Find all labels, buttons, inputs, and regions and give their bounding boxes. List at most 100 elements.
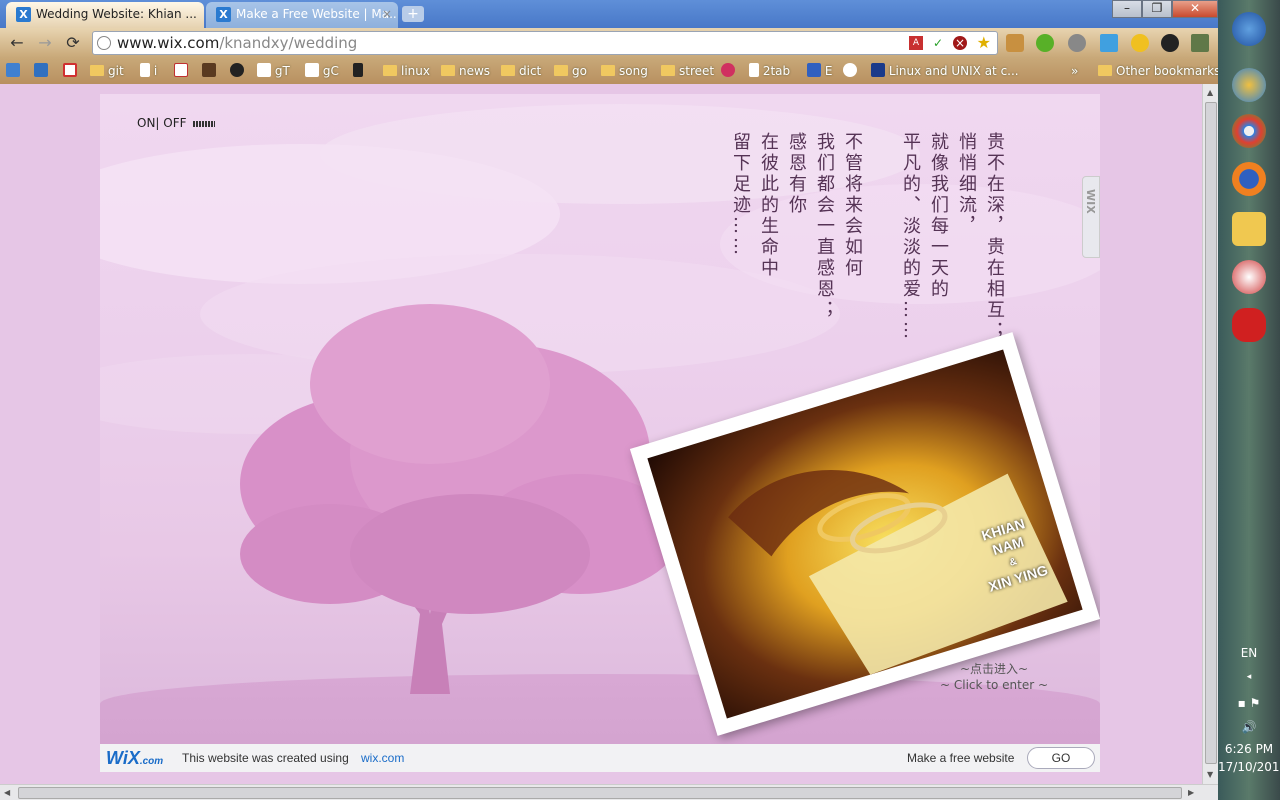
ibm-icon	[871, 63, 885, 77]
tab-title: Wedding Website: Khian ...	[36, 7, 197, 21]
poem-column: 留下足迹……	[730, 132, 751, 258]
bookmark-git[interactable]: git	[90, 63, 124, 79]
poem-column: 就像我们每一天的	[928, 132, 949, 300]
window-controls: – ❐ ✕	[1112, 0, 1218, 18]
tab-close-icon[interactable]: ×	[382, 2, 392, 26]
bookmark-icon[interactable]	[174, 63, 188, 77]
new-tab-button[interactable]: +	[402, 6, 424, 22]
block-icon[interactable]: ×	[953, 36, 967, 50]
bookmark-icon[interactable]	[721, 63, 735, 77]
folder-icon	[383, 65, 397, 76]
go-button[interactable]: GO	[1027, 747, 1095, 769]
adobe-icon[interactable]: A	[909, 36, 923, 50]
puzzle-icon	[807, 63, 821, 77]
extension-green-icon[interactable]	[1036, 34, 1054, 52]
browser-window: X Wedding Website: Khian ... X Make a Fr…	[0, 0, 1220, 800]
globe-icon	[97, 36, 111, 50]
tray-expand-icon[interactable]: ◂	[1218, 672, 1280, 682]
chrome-icon[interactable]	[1232, 114, 1266, 148]
bookmark-icon[interactable]	[202, 63, 216, 77]
minimize-button[interactable]: –	[1112, 0, 1142, 18]
address-bar[interactable]: www.wix.com/knandxy/wedding A ✓ × ★	[92, 31, 998, 55]
bookmark-dict[interactable]: dict	[501, 63, 541, 79]
bookmark-icon[interactable]	[34, 63, 48, 77]
bookmark-gT[interactable]: gT	[257, 63, 290, 79]
bookmark-i[interactable]: i	[140, 63, 157, 79]
scroll-thumb[interactable]	[1205, 102, 1217, 764]
scroll-down-icon[interactable]: ▼	[1207, 770, 1213, 779]
other-bookmarks[interactable]: Other bookmarks	[1098, 63, 1220, 79]
download-icon[interactable]	[1100, 34, 1118, 52]
gmail-icon[interactable]	[63, 63, 77, 77]
poem-column: 贵不在深，贵在相互；	[984, 132, 1005, 342]
folder-icon	[441, 65, 455, 76]
clock-time[interactable]: 6:26 PM	[1218, 742, 1280, 756]
bookmark-2tab[interactable]: 2tab	[749, 63, 790, 79]
wix-logo[interactable]: WiX.com	[106, 748, 163, 769]
circle-icon[interactable]	[1161, 34, 1179, 52]
title-bar: X Wedding Website: Khian ... X Make a Fr…	[0, 0, 1218, 28]
wix-side-tab[interactable]: WIX	[1082, 176, 1100, 258]
safari-icon[interactable]	[1232, 68, 1266, 102]
back-button[interactable]: ←	[6, 33, 28, 53]
click-to-enter[interactable]: ~点击进入~ ~ Click to enter ~	[940, 661, 1048, 693]
bookmark-E[interactable]: E	[807, 63, 832, 79]
vertical-scrollbar[interactable]: ▲ ▼	[1202, 84, 1218, 784]
bookmark-icon[interactable]	[6, 63, 20, 77]
tree-illustration	[240, 304, 680, 694]
extension-box-icon[interactable]	[1006, 34, 1024, 52]
bookmark-gC[interactable]: gC	[305, 63, 339, 79]
gear-icon[interactable]	[1068, 34, 1086, 52]
poem-column: 感恩有你	[786, 132, 807, 216]
page-icon	[140, 63, 150, 77]
tab-title: Make a Free Website | Ma...	[236, 7, 398, 21]
app-splat-icon[interactable]	[1232, 308, 1266, 342]
folder-icon	[554, 65, 568, 76]
bookmark-linux[interactable]: linux	[383, 63, 430, 79]
volume-bars-icon	[192, 121, 215, 127]
navigation-toolbar: ← → ⟳ www.wix.com/knandxy/wedding A ✓ × …	[0, 28, 1218, 58]
bookmark-star-icon[interactable]: ★	[977, 33, 991, 52]
app-icon[interactable]	[1232, 260, 1266, 294]
windows-taskbar: EN ◂ ▪ ⚑ 🔊 6:26 PM 17/10/2010	[1218, 0, 1280, 800]
tray-icons[interactable]: ▪ ⚑	[1218, 696, 1280, 710]
sun-icon[interactable]	[1131, 34, 1149, 52]
tab-wedding[interactable]: X Wedding Website: Khian ...	[6, 2, 204, 28]
bookmark-street[interactable]: street	[661, 63, 714, 79]
wedding-stage: ON| OFF 贵不在深，贵在相互； 悄悄细流， 就像我们每一天的 平凡的、淡淡…	[100, 94, 1100, 744]
volume-icon[interactable]: 🔊	[1218, 720, 1280, 734]
bookmark-news[interactable]: news	[441, 63, 490, 79]
explorer-folder-icon[interactable]	[1232, 212, 1266, 246]
wix-favicon-icon: X	[16, 7, 31, 22]
folder-icon	[501, 65, 515, 76]
bookmark-linux-unix[interactable]: Linux and UNIX at c...	[871, 63, 1019, 79]
k-icon[interactable]	[230, 63, 244, 77]
check-icon[interactable]: ✓	[931, 36, 945, 50]
language-indicator[interactable]: EN	[1218, 646, 1280, 660]
music-toggle[interactable]: ON| OFF	[137, 116, 215, 130]
close-window-button[interactable]: ✕	[1172, 0, 1218, 18]
firefox-icon[interactable]	[1232, 162, 1266, 196]
bookmark-icon[interactable]	[353, 63, 363, 77]
forward-button[interactable]: →	[34, 33, 56, 53]
bookmark-song[interactable]: song	[601, 63, 648, 79]
horizontal-scrollbar[interactable]: ◀ ▶	[0, 784, 1218, 800]
scroll-right-icon[interactable]: ▶	[1188, 788, 1194, 797]
folder-icon	[90, 65, 104, 76]
scroll-left-icon[interactable]: ◀	[4, 788, 10, 797]
clock-date[interactable]: 17/10/2010	[1218, 760, 1280, 774]
bookmark-go[interactable]: go	[554, 63, 587, 79]
wrench-icon[interactable]	[1191, 34, 1209, 52]
poem-column: 不管将来会如何	[842, 132, 863, 279]
tab-make-free-website[interactable]: X Make a Free Website | Ma... ×	[206, 2, 398, 28]
start-button-icon[interactable]	[1232, 12, 1266, 46]
scroll-thumb[interactable]	[18, 787, 1182, 799]
reload-button[interactable]: ⟳	[62, 33, 84, 53]
scroll-up-icon[interactable]: ▲	[1207, 88, 1213, 97]
url-text[interactable]: www.wix.com/knandxy/wedding	[117, 34, 357, 52]
maximize-button[interactable]: ❐	[1142, 0, 1172, 18]
wix-link[interactable]: wix.com	[361, 751, 404, 765]
google-icon	[257, 63, 271, 77]
bookmark-icon[interactable]	[843, 63, 857, 77]
bookmarks-overflow-button[interactable]: »	[1071, 63, 1078, 79]
